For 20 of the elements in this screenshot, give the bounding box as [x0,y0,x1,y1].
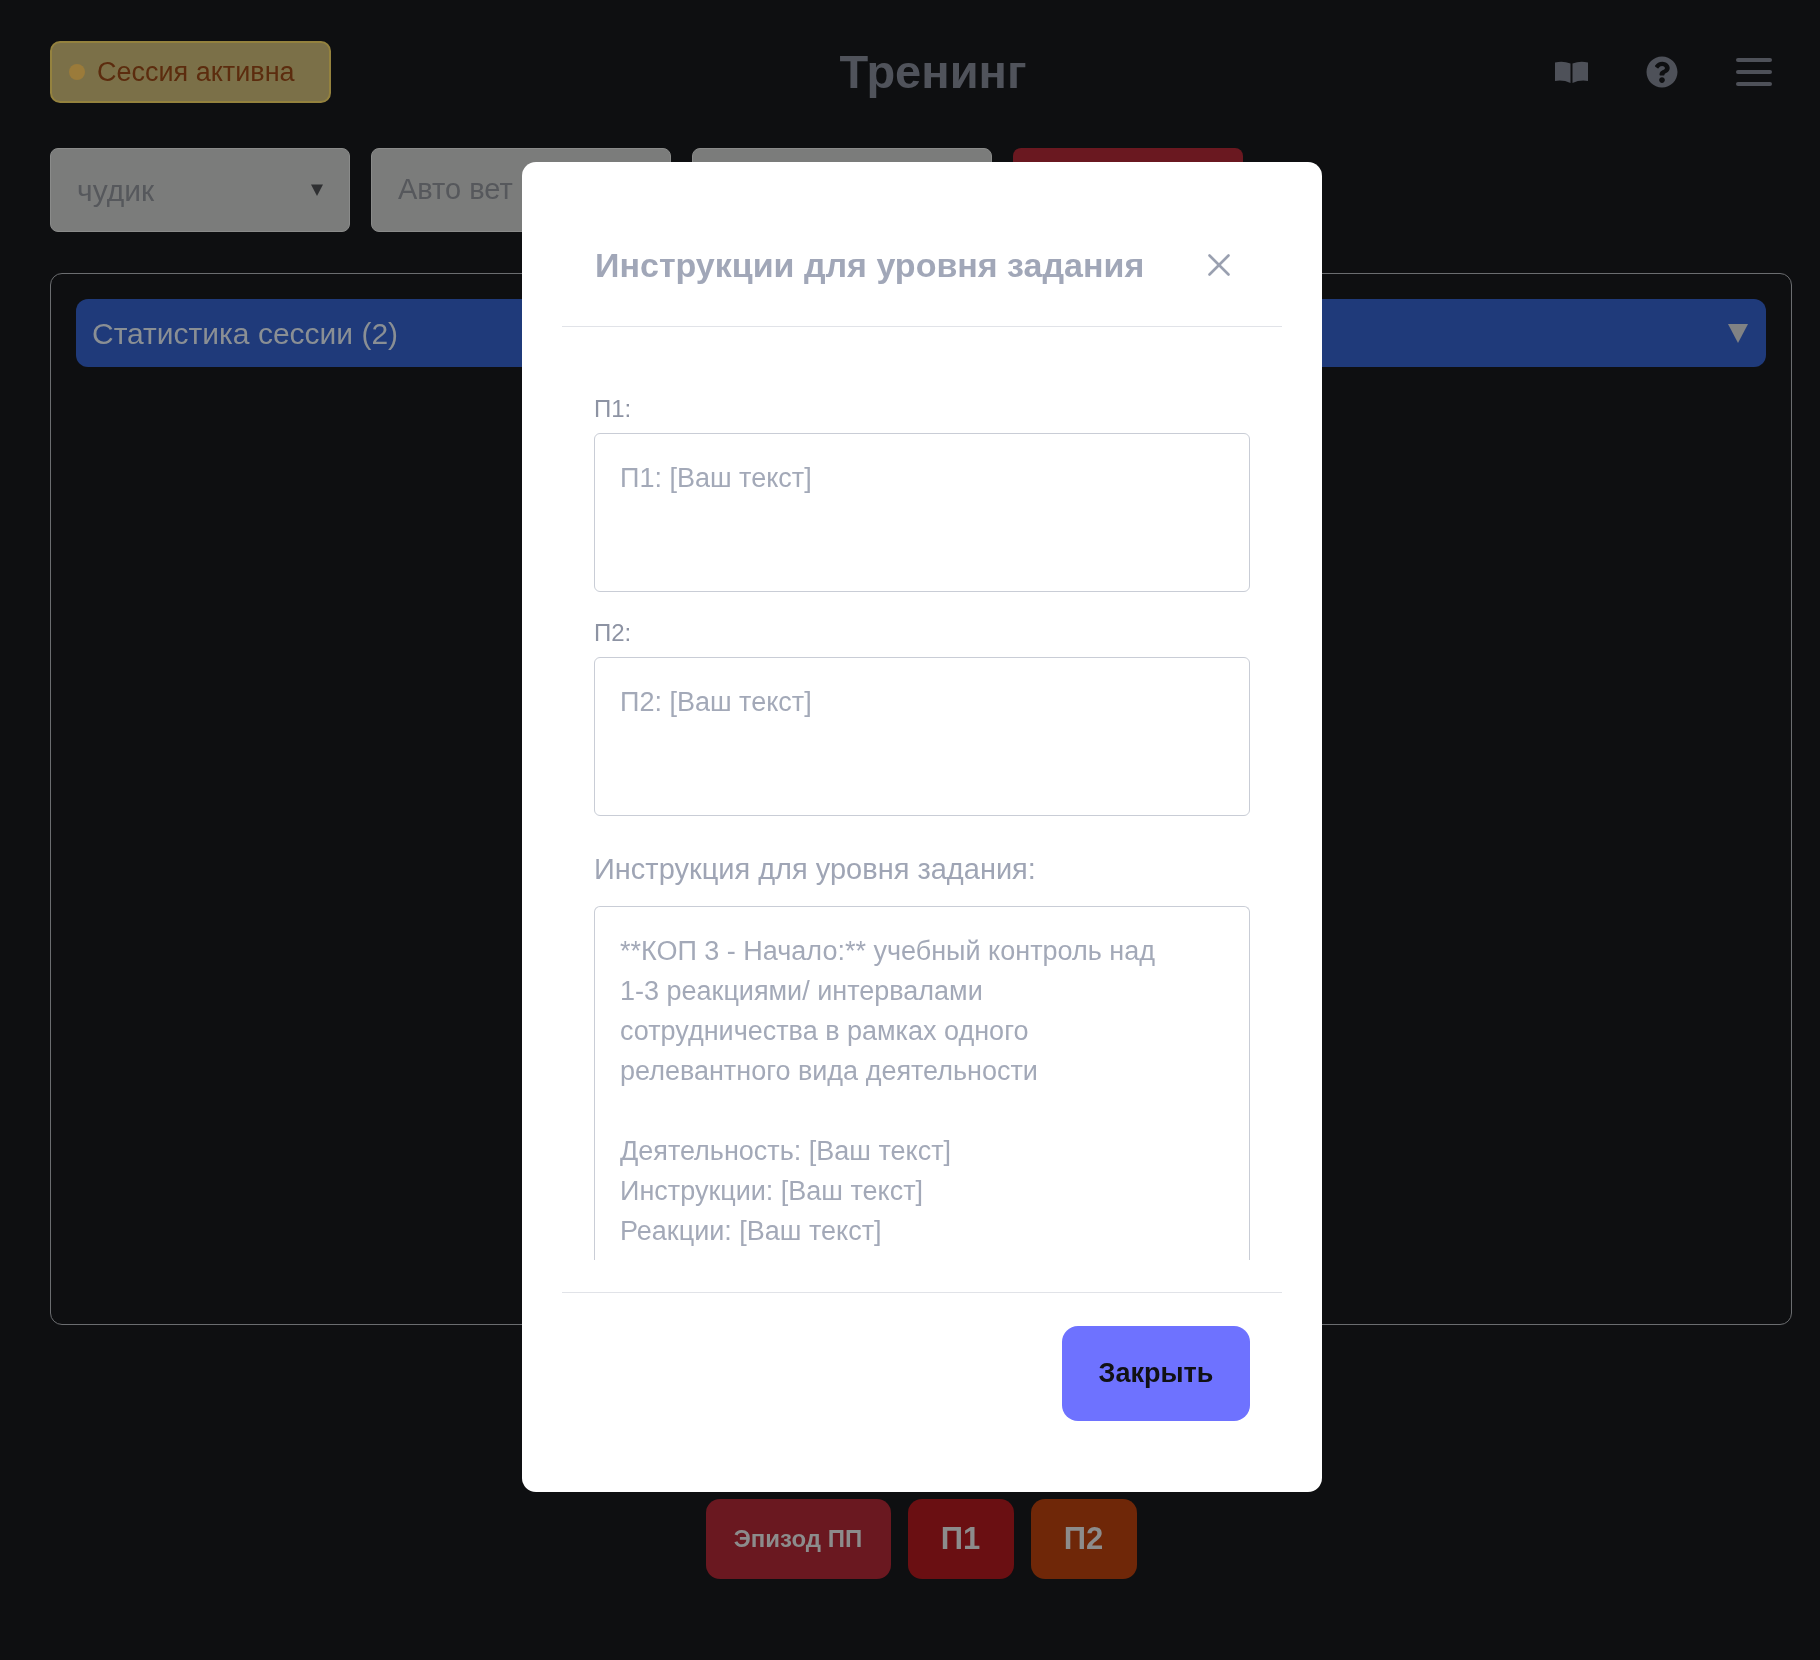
action-button[interactable]: Эпизод ПП [705,1499,891,1579]
close-icon[interactable] [1208,254,1230,276]
caret-icon [1728,323,1748,343]
field-label: П2: [594,619,633,647]
status-dot-icon [69,64,85,80]
field-label: П1: [594,395,633,423]
field-label: Инструкция для уровня задания: [594,853,1037,885]
text-area[interactable]: П2: [Ваш текст] [594,657,1250,816]
book-icon[interactable] [1555,61,1588,83]
text-area[interactable]: **КОП 3 - Начало:** учебный контроль над 1-3 реакциями/ интервалами сотрудничества в рамках одного релевантного вида деятельности Деятельность: [Ваш текст] Инструкции: [Ваш текст] Реакции: [Ваш текст] [594,906,1250,1260]
help-icon[interactable] [1646,56,1678,88]
dialog-title: Инструкции для уровня задания [595,245,1145,285]
status-label: Сессия активна [97,55,295,89]
menu-icon[interactable] [1736,58,1772,86]
text-area[interactable]: П1: [Ваш текст] [594,433,1250,592]
page-title: Тренинг [839,44,1027,100]
action-button[interactable]: П1 [907,1499,1014,1579]
action-button[interactable]: П2 [1030,1499,1137,1579]
caret-icon [311,184,323,196]
close-button[interactable]: Закрыть [1062,1326,1250,1421]
